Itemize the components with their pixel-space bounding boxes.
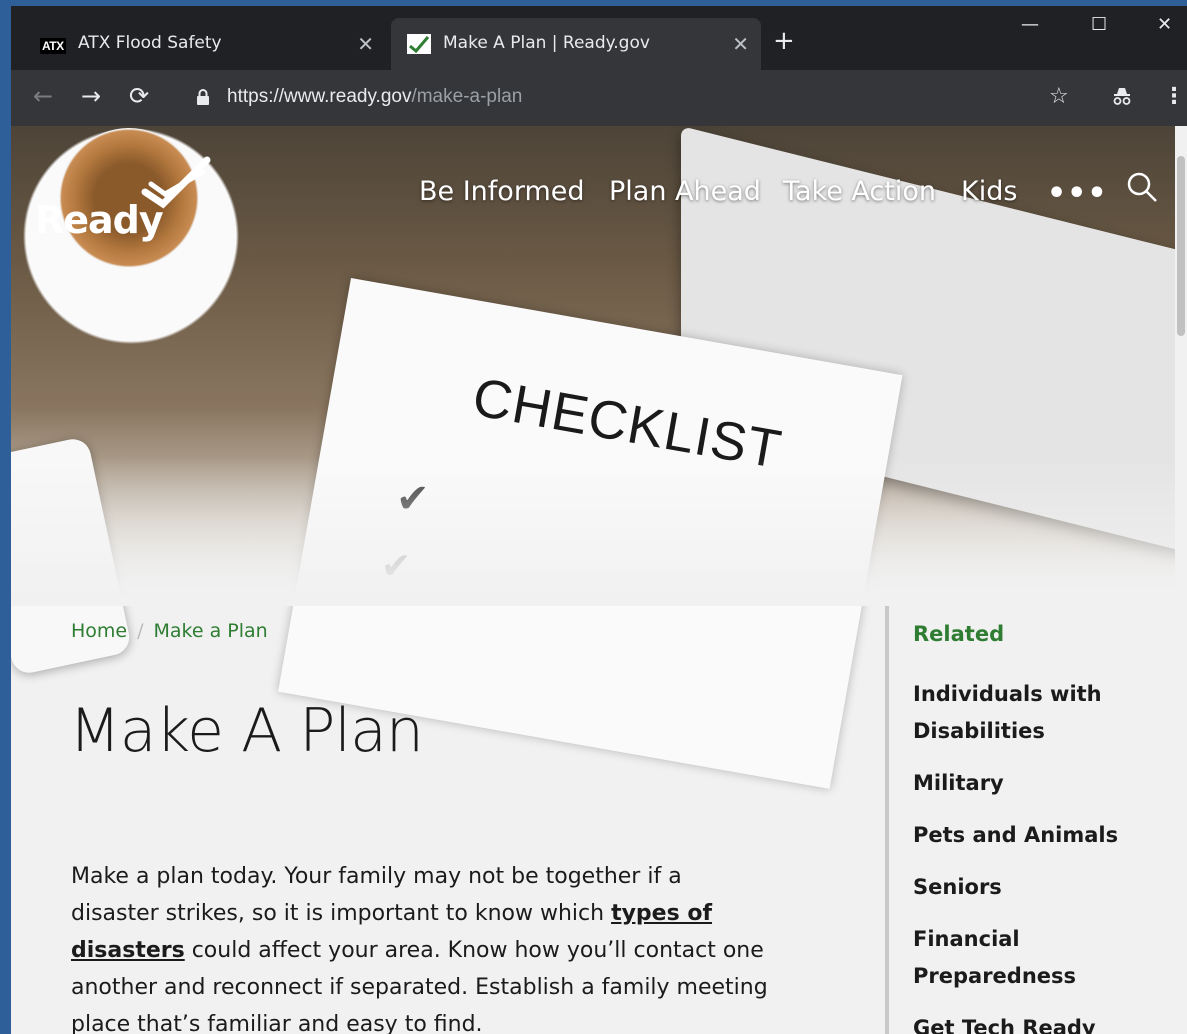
page-scrollbar[interactable] — [1175, 126, 1187, 1034]
back-icon[interactable]: ← — [33, 84, 53, 108]
new-tab-icon[interactable]: + — [773, 28, 795, 54]
tab-strip: ATX ATX Flood Safety ✕ Make A Plan | Rea… — [11, 6, 1187, 70]
nav-plan-ahead[interactable]: Plan Ahead — [609, 176, 761, 207]
breadcrumb-home[interactable]: Home — [71, 620, 127, 642]
scroll-thumb[interactable] — [1177, 156, 1185, 336]
related-link-military[interactable]: Military — [913, 765, 1183, 802]
close-icon[interactable]: ✕ — [357, 32, 374, 56]
window-close-icon[interactable]: ✕ — [1157, 14, 1172, 35]
main-nav: Be Informed Plan Ahead Take Action Kids … — [11, 172, 1187, 216]
incognito-icon[interactable] — [1111, 86, 1133, 113]
tab-atx-flood-safety[interactable]: ATX ATX Flood Safety ✕ — [26, 18, 386, 70]
related-sidebar: Related Individuals with Disabilities Mi… — [885, 606, 1187, 1034]
reload-icon[interactable]: ⟳ — [129, 84, 149, 108]
maximize-icon[interactable]: ☐ — [1091, 14, 1107, 35]
nav-take-action[interactable]: Take Action — [783, 176, 936, 207]
lock-icon — [197, 89, 209, 109]
breadcrumb-current[interactable]: Make a Plan — [154, 620, 268, 642]
address-bar[interactable]: https://www.ready.gov/make-a-plan — [187, 79, 1107, 117]
search-icon[interactable] — [1125, 170, 1159, 208]
nav-be-informed[interactable]: Be Informed — [419, 176, 585, 207]
related-link-financial-preparedness[interactable]: Financial Preparedness — [913, 921, 1183, 995]
bookmark-star-icon[interactable]: ☆ — [1049, 86, 1069, 108]
related-heading: Related — [913, 622, 1005, 646]
tab-title: Make A Plan | Ready.gov — [443, 33, 650, 53]
close-icon[interactable]: ✕ — [732, 32, 749, 56]
tab-make-a-plan[interactable]: Make A Plan | Ready.gov ✕ — [391, 18, 761, 70]
menu-kebab-icon[interactable]: ⋮ — [1163, 86, 1185, 108]
tab-title: ATX Flood Safety — [78, 33, 222, 53]
related-link-seniors[interactable]: Seniors — [913, 869, 1183, 906]
related-link-individuals-with-disabilities[interactable]: Individuals with Disabilities — [913, 676, 1183, 750]
page-content: CHECKLIST ✔ ✔ Ready Be Informed Plan Ahe… — [11, 126, 1187, 1034]
browser-window: ATX ATX Flood Safety ✕ Make A Plan | Rea… — [11, 6, 1187, 1034]
breadcrumb: Home / Make a Plan — [71, 620, 268, 642]
page-title: Make A Plan — [69, 696, 424, 766]
minimize-icon[interactable]: — — [1021, 14, 1039, 35]
ready-check-icon — [407, 34, 431, 59]
related-list: Individuals with Disabilities Military P… — [913, 676, 1183, 1034]
nav-kids[interactable]: Kids — [961, 176, 1017, 207]
intro-paragraph: Make a plan today. Your family may not b… — [71, 864, 768, 1034]
forward-icon[interactable]: → — [81, 84, 101, 108]
atx-favicon-icon: ATX — [40, 38, 66, 54]
browser-toolbar: ← → ⟳ https://www.ready.gov/make-a-plan … — [11, 70, 1187, 126]
breadcrumb-separator: / — [137, 620, 144, 642]
related-link-get-tech-ready[interactable]: Get Tech Ready — [913, 1010, 1183, 1034]
related-link-pets-and-animals[interactable]: Pets and Animals — [913, 817, 1183, 854]
url-text: https://www.ready.gov/make-a-plan — [227, 86, 523, 107]
more-icon[interactable]: ••• — [1047, 176, 1108, 211]
